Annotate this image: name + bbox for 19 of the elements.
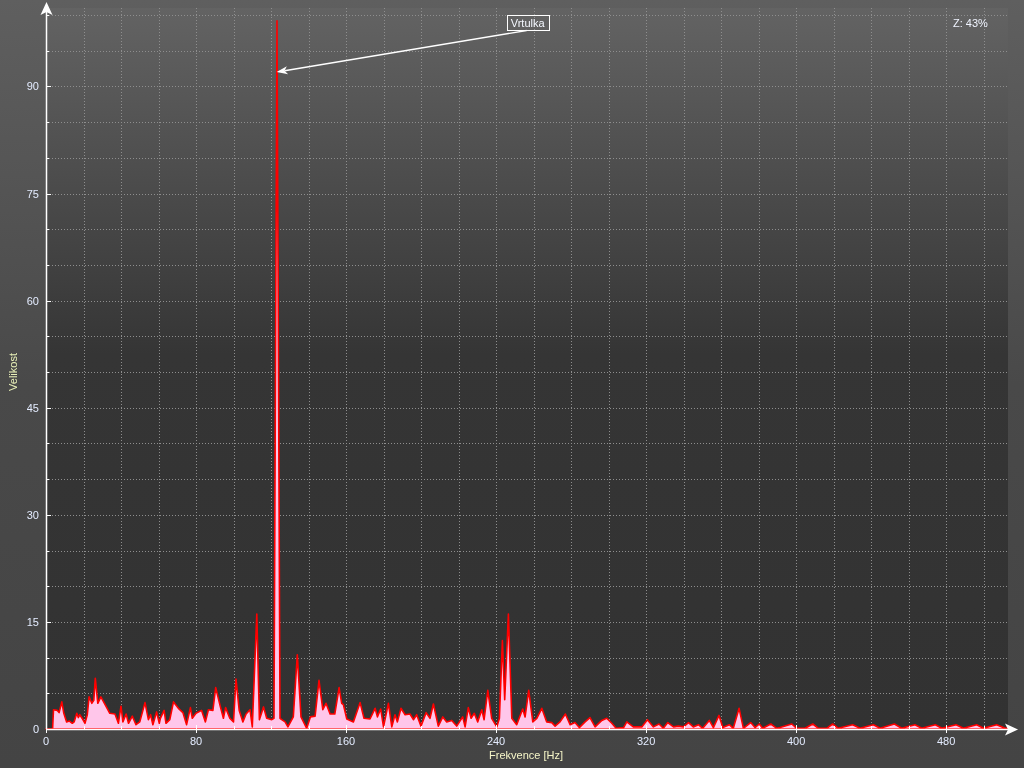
axis-tick-label: 0 bbox=[32, 723, 39, 735]
annotation-label: Vrtulka bbox=[507, 15, 550, 31]
axis-tick-label: 60 bbox=[26, 294, 39, 307]
axis-tick-label: 0 bbox=[42, 735, 50, 747]
axis-tick-label: 80 bbox=[189, 735, 203, 747]
axis-tick-label: 30 bbox=[26, 508, 39, 521]
x-axis-title: Frekvence [Hz] bbox=[489, 749, 563, 761]
axis-tick-label: 15 bbox=[26, 615, 39, 628]
axis-tick-label: 90 bbox=[26, 80, 39, 93]
axis-tick-label: 480 bbox=[936, 735, 956, 747]
axis-tick-label: 75 bbox=[26, 187, 39, 200]
y-axis-title: Velikost bbox=[7, 353, 19, 391]
axis-tick-label: 320 bbox=[636, 735, 656, 747]
zoom-level-label: Z: 43% bbox=[953, 17, 988, 29]
axis-tick-label: 45 bbox=[26, 401, 39, 414]
annotation: Vrtulka bbox=[510, 17, 546, 30]
axis-tick-label: 160 bbox=[336, 735, 356, 747]
axis-tick-label: 240 bbox=[486, 735, 506, 747]
axis-tick-label: 400 bbox=[786, 735, 806, 747]
